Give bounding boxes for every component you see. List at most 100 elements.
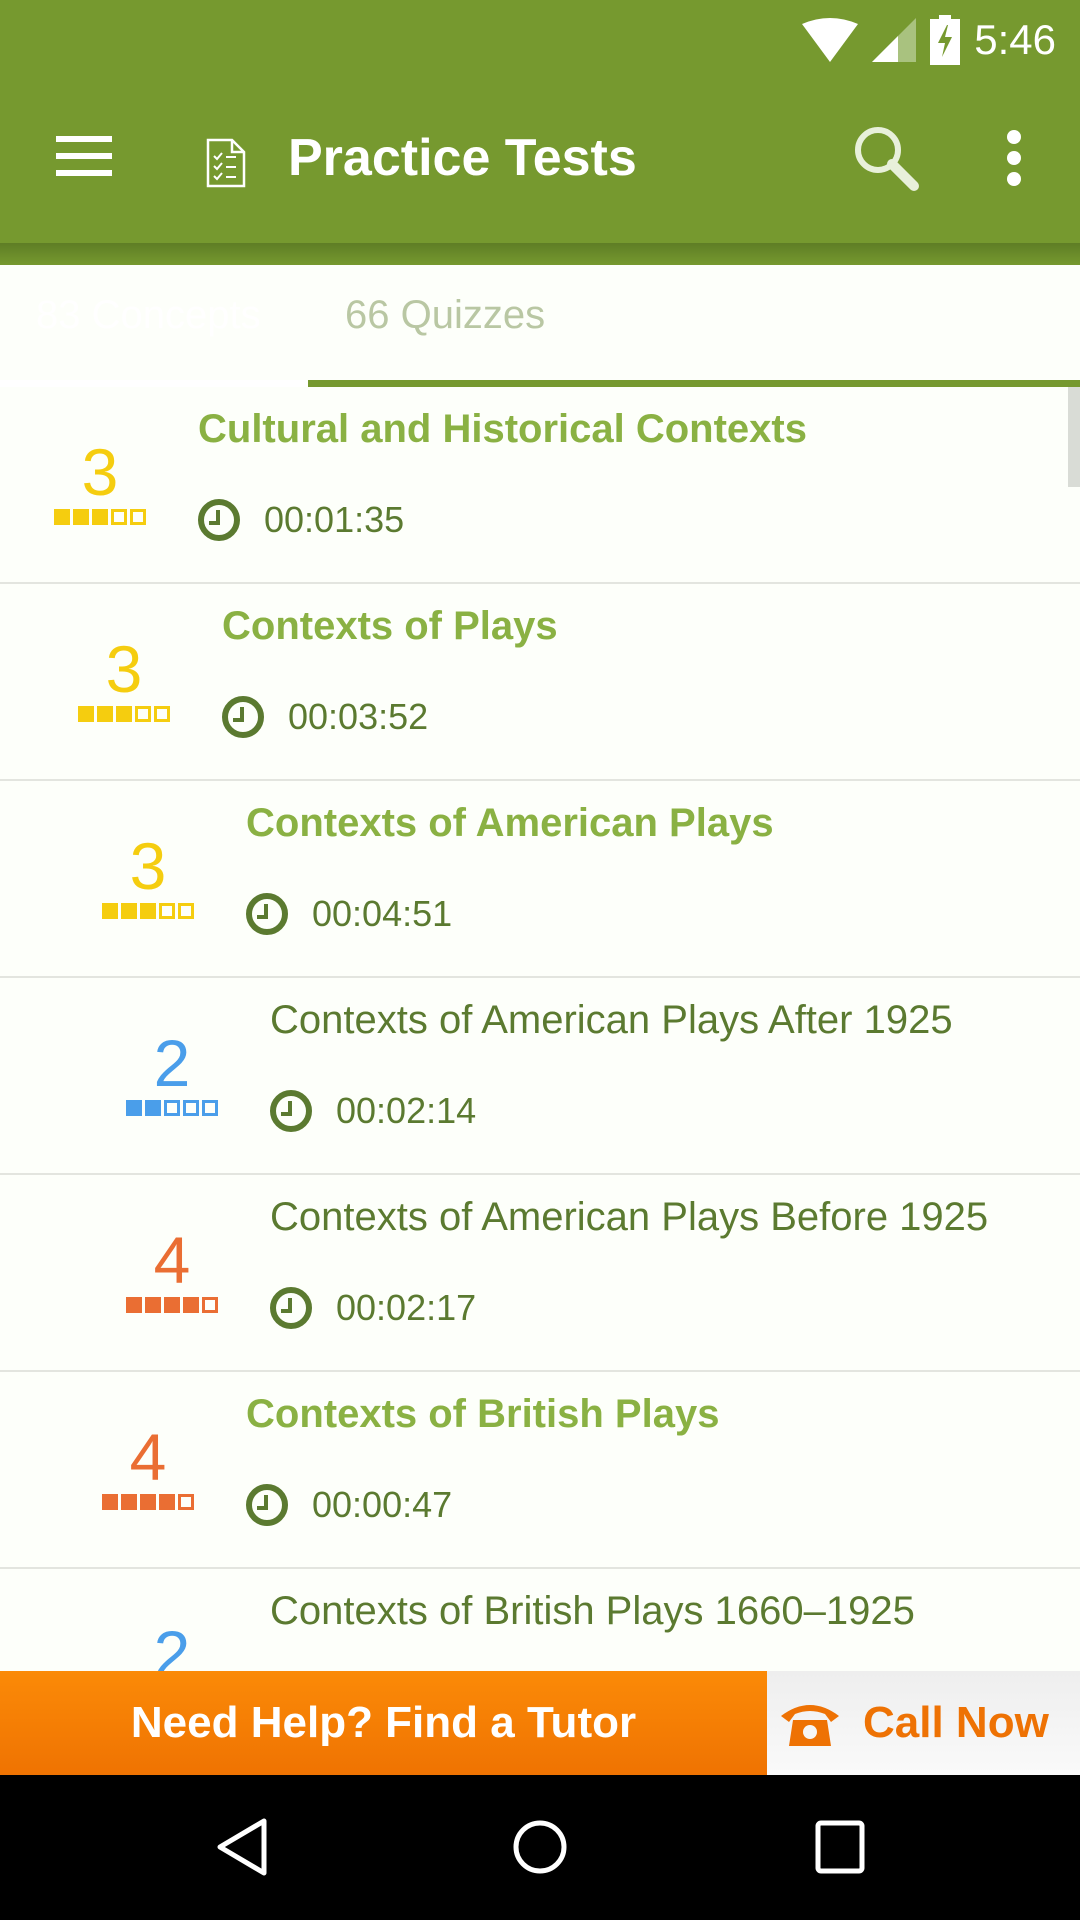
level-box-empty	[178, 903, 194, 919]
concept-title: Cultural and Historical Contexts	[198, 407, 807, 451]
level-box-filled	[73, 509, 89, 525]
status-bar: 5:46	[0, 0, 1080, 80]
level-indicator: 4	[98, 1422, 198, 1510]
level-box-empty	[111, 509, 127, 525]
level-indicator: 3	[98, 831, 198, 919]
concept-duration: 00:02:17	[270, 1287, 476, 1329]
concept-title: Contexts of British Plays	[246, 1392, 720, 1436]
concept-duration: 00:02:14	[270, 1090, 476, 1132]
level-box-filled	[140, 903, 156, 919]
level-number: 4	[153, 1223, 191, 1297]
level-indicator: 3	[50, 437, 150, 525]
level-box-filled	[126, 1297, 142, 1313]
find-tutor-button[interactable]: Need Help? Find a Tutor	[0, 1671, 767, 1775]
page-title: Practice Tests	[288, 129, 637, 187]
concept-duration: 00:00:47	[246, 1484, 452, 1526]
level-number: 2	[153, 1026, 191, 1100]
level-box-empty	[202, 1297, 218, 1313]
concept-title: Contexts of Plays	[222, 604, 558, 648]
concept-list-item[interactable]: 4 Contexts of American Plays Before 1925 0…	[0, 1175, 1080, 1372]
level-boxes	[98, 903, 198, 919]
level-number: 4	[129, 1420, 167, 1494]
concept-title: Contexts of American Plays After 1925	[270, 998, 953, 1042]
level-box-empty	[183, 1100, 199, 1116]
clock-icon	[246, 1484, 288, 1526]
clock-icon	[270, 1090, 312, 1132]
wifi-icon	[802, 18, 859, 62]
tab-quizzes[interactable]: 66 Quizzes	[345, 293, 545, 338]
concept-list-item[interactable]: 4 Contexts of British Plays 00:00:47	[0, 1372, 1080, 1569]
duration-text: 00:02:17	[336, 1287, 477, 1328]
level-boxes	[98, 1494, 198, 1510]
level-box-filled	[126, 1100, 142, 1116]
tutor-ad-banner: Need Help? Find a Tutor Call Now	[0, 1671, 1080, 1775]
level-indicator: 4	[122, 1225, 222, 1313]
duration-text: 00:01:35	[264, 499, 405, 540]
tab-concepts[interactable]: 83 Concepts	[36, 293, 261, 338]
duration-text: 00:00:47	[312, 1484, 453, 1525]
concept-list-item[interactable]: 3 Cultural and Historical Contexts 00:01:3…	[0, 387, 1080, 584]
level-box-filled	[121, 1494, 137, 1510]
level-box-empty	[135, 706, 151, 722]
level-box-filled	[140, 1494, 156, 1510]
concept-duration: 00:01:35	[198, 499, 404, 541]
status-time: 5:46	[974, 16, 1056, 63]
level-box-filled	[97, 706, 113, 722]
level-box-filled	[102, 1494, 118, 1510]
concept-title: Contexts of American Plays	[246, 801, 774, 845]
search-icon[interactable]	[852, 124, 922, 194]
cell-signal-icon	[872, 18, 917, 62]
level-box-filled	[78, 706, 94, 722]
battery-charging-icon	[930, 15, 961, 65]
call-now-button[interactable]: Call Now	[767, 1671, 1080, 1775]
level-indicator: 2	[122, 1028, 222, 1116]
level-box-filled	[159, 1494, 175, 1510]
level-box-filled	[116, 706, 132, 722]
level-boxes	[122, 1100, 222, 1116]
level-box-empty	[178, 1494, 194, 1510]
level-box-filled	[164, 1297, 180, 1313]
clock-icon	[222, 696, 264, 738]
level-boxes	[122, 1297, 222, 1313]
concept-title: Contexts of American Plays Before 1925	[270, 1195, 989, 1239]
clock-icon	[270, 1287, 312, 1329]
level-number: 3	[129, 829, 167, 903]
level-box-empty	[154, 706, 170, 722]
document-checklist-icon	[206, 138, 246, 188]
concept-list-item[interactable]: 3 Contexts of American Plays 00:04:51	[0, 781, 1080, 978]
duration-text: 00:04:51	[312, 893, 453, 934]
scrollbar[interactable]	[1068, 387, 1080, 487]
level-box-empty	[130, 509, 146, 525]
back-icon[interactable]	[212, 1817, 272, 1877]
level-box-empty	[159, 903, 175, 919]
level-box-empty	[164, 1100, 180, 1116]
duration-text: 00:02:14	[336, 1090, 477, 1131]
level-box-filled	[102, 903, 118, 919]
duration-text: 00:03:52	[288, 696, 429, 737]
home-icon[interactable]	[510, 1817, 570, 1877]
concept-list-item[interactable]: 2 Contexts of American Plays After 1925 00…	[0, 978, 1080, 1175]
concept-duration: 00:03:52	[222, 696, 428, 738]
concept-duration: 00:04:51	[246, 893, 452, 935]
more-vert-icon[interactable]	[1000, 130, 1028, 186]
recents-icon[interactable]	[810, 1817, 870, 1877]
menu-icon[interactable]	[56, 136, 112, 176]
phone-icon	[781, 1705, 839, 1746]
level-box-filled	[145, 1100, 161, 1116]
level-boxes	[74, 706, 174, 722]
tab-indicator-track	[308, 380, 1080, 387]
concept-title: Contexts of British Plays 1660–1925	[270, 1589, 915, 1633]
level-number: 3	[81, 435, 119, 509]
tab-bar: 83 Concepts 66 Quizzes	[0, 243, 1080, 387]
concept-list-item[interactable]: 3 Contexts of Plays 00:03:52	[0, 584, 1080, 781]
level-box-filled	[54, 509, 70, 525]
clock-icon	[198, 499, 240, 541]
level-box-filled	[92, 509, 108, 525]
app-bar: Practice Tests	[0, 80, 1080, 243]
level-indicator: 3	[74, 634, 174, 722]
level-box-empty	[202, 1100, 218, 1116]
level-box-filled	[183, 1297, 199, 1313]
level-number: 3	[105, 632, 143, 706]
clock-icon	[246, 893, 288, 935]
call-now-label: Call Now	[863, 1698, 1049, 1747]
